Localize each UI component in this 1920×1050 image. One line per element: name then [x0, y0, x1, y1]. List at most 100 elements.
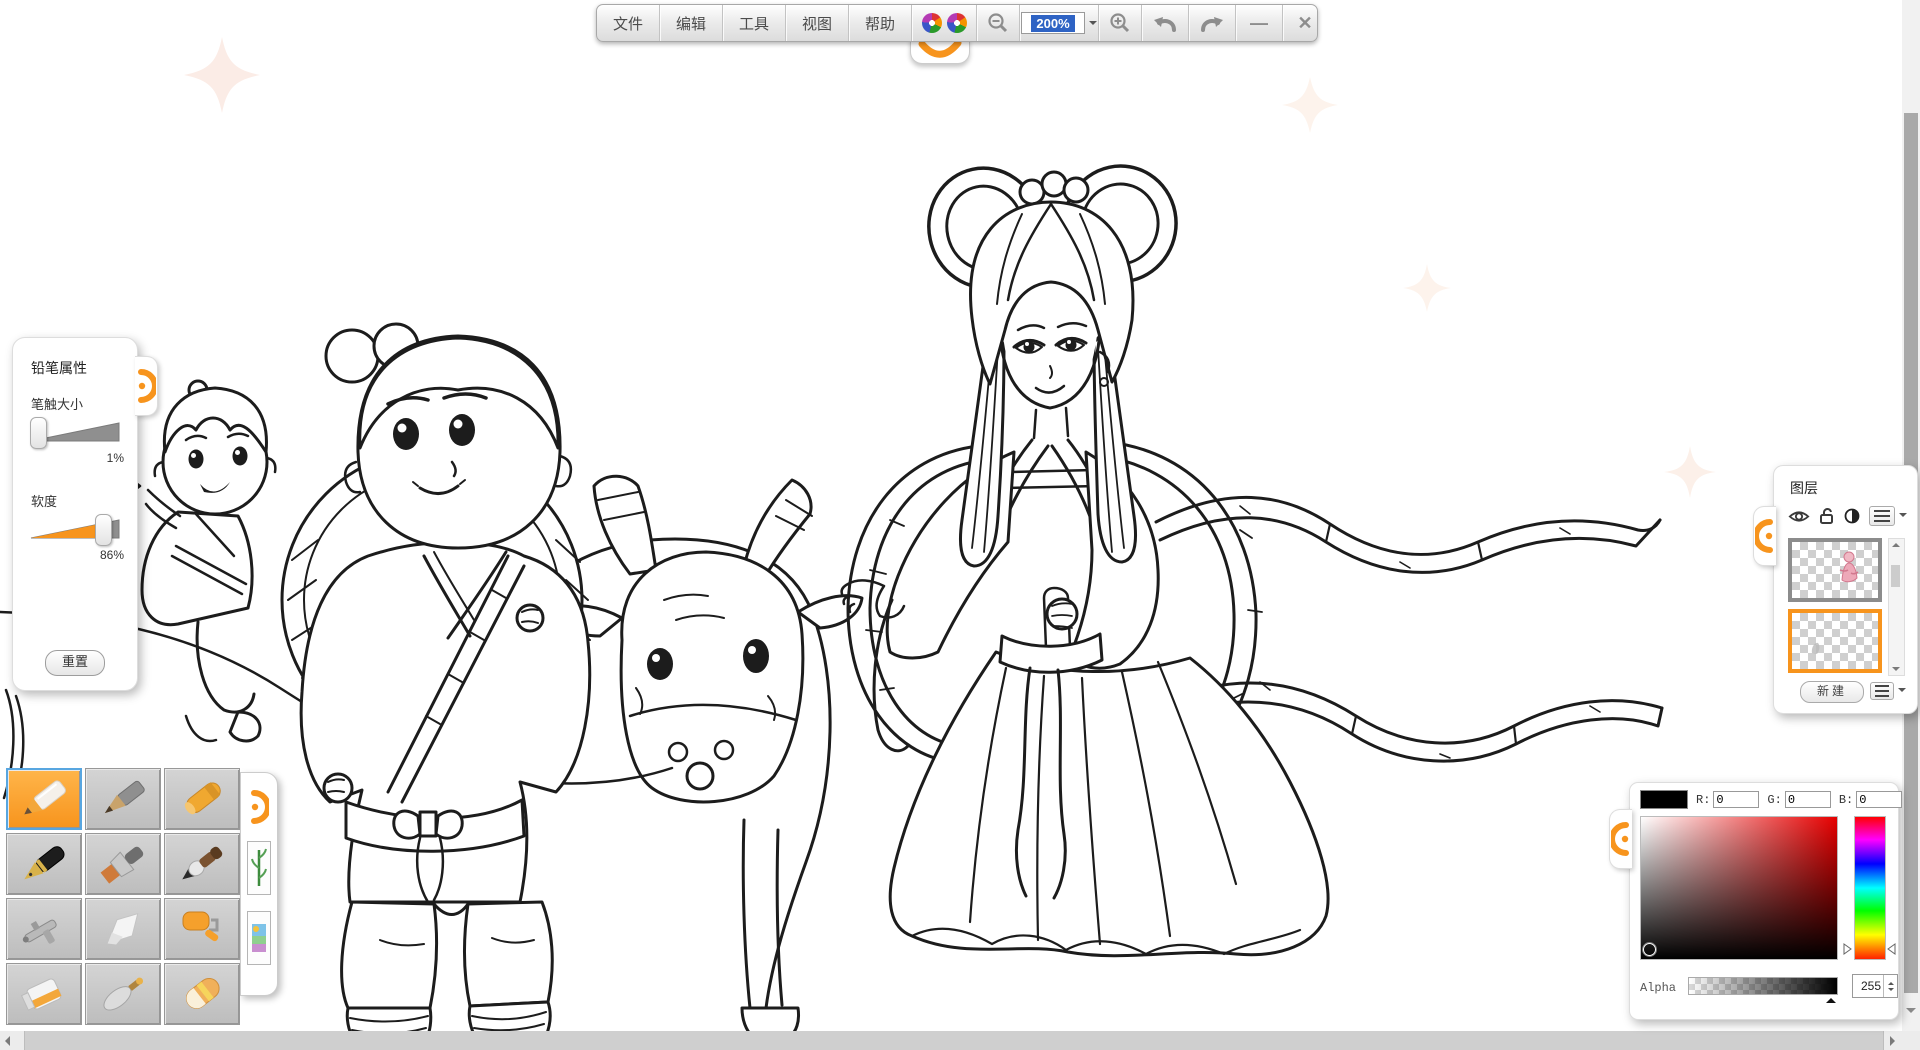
brush-size-slider[interactable] — [29, 417, 121, 449]
tool-flat-brush[interactable] — [85, 833, 161, 895]
layer-opacity-icon[interactable] — [1844, 508, 1860, 524]
menu-view[interactable]: 视图 — [786, 5, 849, 41]
tool-ink-brush[interactable] — [164, 833, 240, 895]
scroll-left-icon[interactable] — [5, 1036, 10, 1046]
green-label: G: — [1767, 793, 1781, 807]
saturation-value-picker[interactable] — [1640, 816, 1838, 960]
green-input[interactable] — [1785, 791, 1831, 808]
redo-button[interactable] — [1189, 5, 1236, 41]
tool-paint-tube[interactable] — [6, 963, 82, 1025]
color-picker-panel: R: G: B: Alpha 255 — [1629, 782, 1899, 1020]
layer-lock-icon[interactable] — [1819, 507, 1835, 525]
red-input[interactable] — [1713, 791, 1759, 808]
zoom-in-button[interactable] — [1099, 5, 1142, 41]
new-layer-button[interactable]: 新建 — [1800, 681, 1864, 703]
layer-menu-button[interactable] — [1869, 506, 1895, 526]
eraser-icon — [173, 971, 231, 1017]
pencil-panel-title: 铅笔属性 — [31, 358, 137, 378]
alpha-marker-icon[interactable] — [1826, 993, 1836, 1003]
menu-help[interactable]: 帮助 — [849, 5, 912, 41]
tool-charcoal-pencil[interactable] — [85, 768, 161, 830]
menu-tools[interactable]: 工具 — [723, 5, 786, 41]
zoom-dropdown-icon[interactable] — [1089, 21, 1097, 29]
horizontal-scrollbar-thumb[interactable] — [24, 1031, 1884, 1050]
blue-input[interactable] — [1856, 791, 1902, 808]
zoom-level-cell: 200% — [1020, 5, 1099, 41]
layer-list-scrollbar[interactable] — [1888, 538, 1905, 676]
layer-options-caret-icon[interactable] — [1898, 688, 1906, 696]
color-panel-handle[interactable] — [1609, 809, 1632, 869]
layers-panel-title: 图层 — [1790, 478, 1917, 498]
layer-list — [1788, 538, 1882, 680]
bamboo-icon — [251, 846, 267, 890]
paint-roller-icon — [173, 906, 231, 952]
zoom-level-field[interactable]: 200% — [1021, 12, 1085, 34]
reset-button[interactable]: 重置 — [45, 650, 105, 676]
layer-item-2[interactable] — [1788, 609, 1882, 673]
alpha-up-icon[interactable] — [1888, 982, 1894, 985]
palette-handle-icon[interactable] — [249, 789, 269, 825]
red-label: R: — [1696, 793, 1710, 807]
softness-value: 86% — [29, 548, 124, 562]
layer-options-button[interactable] — [1870, 682, 1894, 700]
alpha-value: 255 — [1853, 979, 1883, 993]
menu-edit[interactable]: 编辑 — [660, 5, 723, 41]
hue-marker-right-icon[interactable] — [1887, 943, 1896, 955]
tool-pencil[interactable] — [6, 768, 82, 830]
redo-icon — [1199, 11, 1225, 35]
tool-airbrush[interactable] — [6, 898, 82, 960]
airbrush-icon — [15, 906, 73, 952]
hue-marker-left-icon[interactable] — [1843, 943, 1852, 955]
brush-size-label: 笔触大小 — [31, 394, 137, 413]
layer-scroll-down-icon[interactable] — [1892, 667, 1900, 671]
layer-2-content — [1808, 639, 1824, 657]
fountain-pen-icon — [15, 841, 73, 887]
ink-brush-icon — [173, 841, 231, 887]
clown-left-eye-icon — [922, 13, 942, 33]
layer-menu-caret-icon[interactable] — [1899, 513, 1907, 521]
layer-scroll-thumb[interactable] — [1891, 565, 1900, 587]
zoom-out-icon — [987, 12, 1009, 34]
close-button[interactable]: ✕ — [1283, 5, 1327, 41]
charcoal-pencil-icon — [94, 776, 152, 822]
softness-handle[interactable] — [95, 514, 112, 546]
zoom-out-button[interactable] — [977, 5, 1020, 41]
scroll-down-icon[interactable] — [1906, 1008, 1916, 1013]
alpha-down-icon[interactable] — [1888, 988, 1894, 991]
paint-tube-icon — [15, 971, 73, 1017]
tool-fountain-pen[interactable] — [6, 833, 82, 895]
tool-crayon[interactable] — [164, 768, 240, 830]
picture-stamp-button[interactable] — [247, 911, 271, 965]
layers-panel: 图层 — [1773, 465, 1918, 714]
tool-chalk[interactable] — [85, 898, 161, 960]
orange-crescent-icon — [1611, 821, 1631, 857]
flat-brush-icon — [94, 841, 152, 887]
layer-visibility-icon[interactable] — [1788, 509, 1810, 524]
softness-slider[interactable] — [29, 514, 121, 546]
tool-eraser[interactable] — [164, 963, 240, 1025]
orange-crescent-icon — [136, 368, 156, 404]
menu-file[interactable]: 文件 — [597, 5, 660, 41]
child-drawing — [130, 381, 275, 741]
pencil-panel-handle[interactable] — [135, 356, 158, 416]
alpha-slider[interactable] — [1688, 977, 1838, 995]
layer-item-1[interactable] — [1788, 538, 1882, 602]
weaver-girl-drawing — [842, 157, 1662, 956]
tool-palette-knife[interactable] — [85, 963, 161, 1025]
layers-panel-handle[interactable] — [1753, 506, 1776, 566]
softness-label: 软度 — [31, 491, 137, 510]
horizontal-scrollbar[interactable] — [0, 1031, 1920, 1050]
hue-slider[interactable] — [1854, 816, 1886, 960]
bamboo-stamp-button[interactable] — [247, 841, 271, 895]
scroll-right-icon[interactable] — [1890, 1036, 1895, 1046]
brush-size-handle[interactable] — [30, 417, 47, 449]
clown-home-button[interactable] — [912, 5, 977, 41]
minimize-button[interactable]: — — [1236, 5, 1283, 41]
main-toolbar: 文件 编辑 工具 视图 帮助 200% — ✕ — [596, 4, 1318, 42]
sv-cursor[interactable] — [1643, 943, 1656, 956]
undo-icon — [1152, 11, 1178, 35]
tool-paint-roller[interactable] — [164, 898, 240, 960]
undo-button[interactable] — [1142, 5, 1189, 41]
clown-smile-icon — [917, 41, 963, 63]
layer-scroll-up-icon[interactable] — [1892, 543, 1900, 547]
